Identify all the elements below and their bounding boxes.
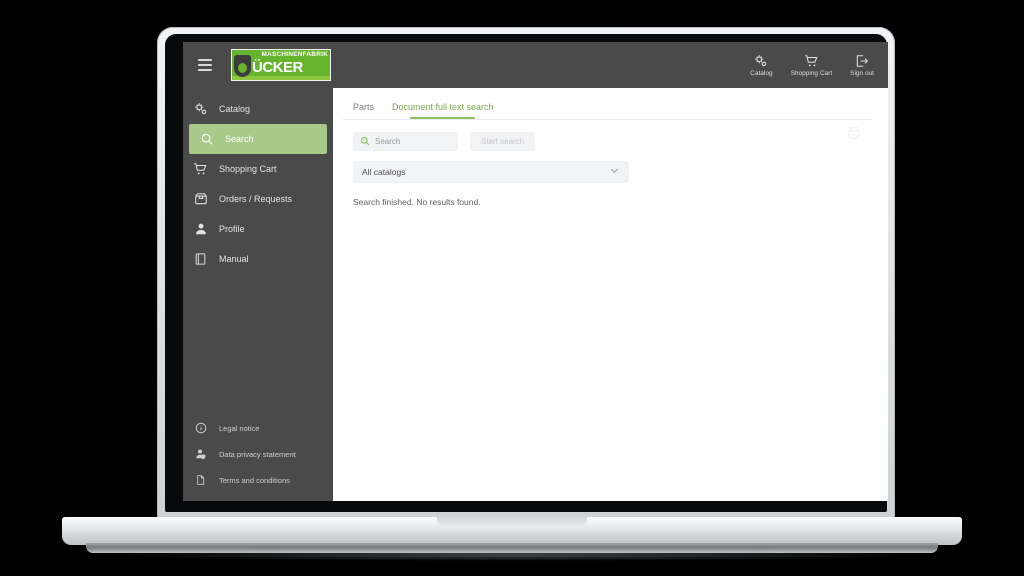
- info-circle-icon: [193, 422, 208, 434]
- gear-catalog-icon: [193, 102, 208, 116]
- search-status-text: Search finished. No results found.: [353, 197, 481, 207]
- catalog-select-row: All catalogs: [343, 151, 872, 183]
- tab-bar: Parts Document full text search: [343, 100, 872, 119]
- manual-book-icon: [193, 252, 208, 266]
- sidebar-footer: Legal notice Data privacy statement Term…: [183, 415, 333, 501]
- sidebar: Catalog Search Shopping Cart Orders / Re…: [183, 88, 333, 501]
- search-input-placeholder: Search: [375, 137, 401, 146]
- application-window: MASCHINENFABRIK ÜCKER Catalog Shopping C…: [183, 42, 888, 501]
- person-icon: [193, 222, 208, 236]
- laptop-base: [62, 517, 962, 545]
- sidebar-label-profile: Profile: [219, 224, 245, 234]
- orders-box-icon: [193, 192, 208, 206]
- company-logo: MASCHINENFABRIK ÜCKER: [231, 49, 331, 81]
- chevron-down-icon: [609, 163, 620, 181]
- topnav-label-sign-out: Sign out: [850, 69, 874, 77]
- logo-wordmark: ÜCKER: [232, 55, 330, 77]
- sidebar-label-data-privacy: Data privacy statement: [219, 449, 296, 459]
- sidebar-label-manual: Manual: [219, 254, 249, 264]
- topnav-label-catalog: Catalog: [750, 69, 773, 77]
- topnav-item-shopping-cart[interactable]: Shopping Cart: [790, 54, 833, 77]
- catalog-select[interactable]: All catalogs: [353, 161, 629, 183]
- sidebar-label-shopping-cart: Shopping Cart: [219, 164, 277, 174]
- laptop-foot: [86, 543, 938, 553]
- sidebar-item-search[interactable]: Search: [189, 124, 327, 154]
- search-icon: [199, 132, 214, 146]
- top-navigation: Catalog Shopping Cart Sign out: [750, 54, 888, 77]
- sidebar-label-orders-requests: Orders / Requests: [219, 194, 293, 204]
- main-content: Parts Document full text search Search S…: [333, 88, 888, 501]
- topnav-item-sign-out[interactable]: Sign out: [850, 54, 874, 77]
- tab-document-full-text-search[interactable]: Document full text search: [392, 102, 494, 119]
- catalog-select-value: All catalogs: [362, 167, 406, 177]
- sidebar-item-legal-notice[interactable]: Legal notice: [183, 415, 333, 441]
- body-row: Catalog Search Shopping Cart Orders / Re…: [183, 88, 888, 501]
- document-icon: [193, 474, 208, 486]
- tab-label-document-full-text-search: Document full text search: [392, 102, 494, 112]
- shopping-cart-icon: [804, 54, 819, 68]
- sidebar-item-shopping-cart[interactable]: Shopping Cart: [183, 154, 333, 184]
- search-icon: [360, 133, 370, 151]
- logo-banner-text: MASCHINENFABRIK: [261, 51, 328, 58]
- start-search-button[interactable]: Start search: [470, 132, 536, 151]
- print-ghost-icon: [846, 126, 862, 145]
- sidebar-item-data-privacy[interactable]: Data privacy statement: [183, 441, 333, 467]
- sidebar-label-terms-conditions: Terms and conditions: [219, 475, 290, 485]
- sidebar-label-catalog: Catalog: [219, 104, 251, 114]
- top-bar: MASCHINENFABRIK ÜCKER Catalog Shopping C…: [183, 42, 888, 88]
- tab-label-parts: Parts: [353, 102, 375, 112]
- gear-catalog-icon: [754, 54, 768, 68]
- sidebar-item-terms-conditions[interactable]: Terms and conditions: [183, 467, 333, 493]
- search-input[interactable]: Search: [353, 132, 458, 151]
- laptop-screen: MASCHINENFABRIK ÜCKER Catalog Shopping C…: [183, 42, 888, 501]
- sidebar-label-legal-notice: Legal notice: [219, 423, 260, 433]
- search-row: Search Start search: [343, 120, 872, 151]
- logo-letter-d: [234, 55, 251, 77]
- sidebar-label-search: Search: [225, 134, 254, 144]
- sidebar-item-catalog[interactable]: Catalog: [183, 94, 333, 124]
- sidebar-nav: Catalog Search Shopping Cart Orders / Re…: [183, 94, 333, 274]
- topnav-label-shopping-cart: Shopping Cart: [790, 69, 833, 77]
- topnav-item-catalog[interactable]: Catalog: [750, 54, 773, 77]
- person-shield-icon: [193, 448, 208, 460]
- sign-out-icon: [855, 54, 869, 68]
- logo-underbar: [232, 76, 330, 80]
- sidebar-item-manual[interactable]: Manual: [183, 244, 333, 274]
- sidebar-item-profile[interactable]: Profile: [183, 214, 333, 244]
- hamburger-icon[interactable]: [193, 53, 217, 77]
- shopping-cart-icon: [193, 162, 208, 176]
- sidebar-item-orders-requests[interactable]: Orders / Requests: [183, 184, 333, 214]
- screenshot-stage: MASCHINENFABRIK ÜCKER Catalog Shopping C…: [0, 0, 1024, 576]
- tab-parts[interactable]: Parts: [353, 102, 374, 119]
